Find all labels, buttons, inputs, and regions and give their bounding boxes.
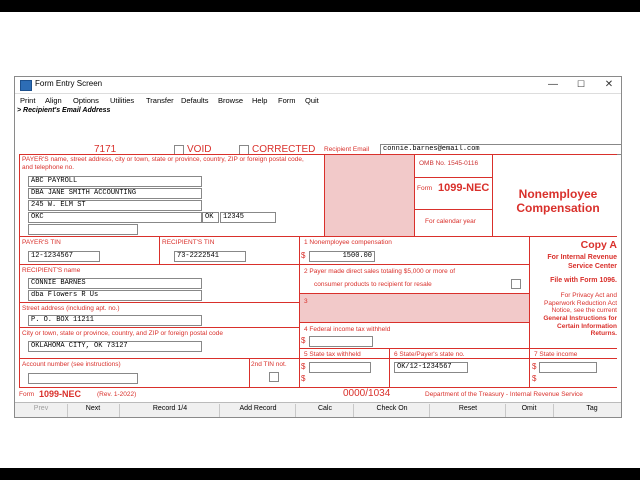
box2-label-line1: 2 Payer made direct sales totaling $5,00…: [304, 268, 456, 275]
city-input[interactable]: OKLAHOMA CITY, OK 73127: [28, 341, 202, 352]
check-on-button[interactable]: Check On: [359, 405, 425, 412]
app-icon: [20, 80, 32, 91]
shaded-box3: [299, 293, 529, 322]
box2-label-line2: consumer products to recipient for resal…: [314, 281, 432, 288]
account-label: Account number (see instructions): [22, 361, 121, 368]
box1-input[interactable]: 1500.00: [309, 251, 375, 262]
payer-name2-input[interactable]: DBA JANE SMITH ACCOUNTING: [28, 188, 202, 199]
window-title: Form Entry Screen: [35, 79, 103, 88]
box6-label: 6 State/Payer's state no.: [394, 351, 465, 358]
record-button[interactable]: Record 1/4: [125, 405, 215, 412]
screen: Form Entry Screen — ☐ ✕ Print Align Opti…: [0, 12, 640, 468]
footer-form-name: 1099-NEC: [39, 389, 82, 399]
street-label: Street address (including apt. no.): [22, 305, 120, 312]
recipient-name-label: RECIPIENT'S name: [22, 267, 81, 274]
form-1099-nec: 7171 VOID CORRECTED Recipient Email conn…: [17, 117, 621, 399]
payer-name-input[interactable]: ABC PAYROLL: [28, 176, 202, 187]
box4-label: 4 Federal income tax withheld: [304, 326, 391, 333]
payer-tin-input[interactable]: 12-1234567: [28, 251, 100, 262]
menu-form[interactable]: Form: [278, 96, 296, 105]
payer-city-input[interactable]: OKC: [28, 212, 202, 223]
second-tin-label: 2nd TIN not.: [251, 361, 287, 368]
box1-label: 1 Nonemployee compensation: [304, 239, 392, 246]
next-button[interactable]: Next: [71, 405, 115, 412]
box4-dollar: $: [301, 336, 306, 345]
box5-dollar: $: [301, 362, 306, 371]
footer-rev: (Rev. 1-2022): [97, 391, 137, 398]
copy-note-bold: General Instructions for Certain Informa…: [543, 315, 617, 337]
copy-line2: Service Center: [567, 263, 617, 270]
title-line1: Nonemployee: [518, 187, 598, 201]
box2-checkbox[interactable]: [511, 279, 521, 289]
payer-state-input[interactable]: OK: [202, 212, 219, 223]
box5-input[interactable]: [309, 362, 371, 373]
second-tin-checkbox[interactable]: [269, 372, 279, 382]
recipient-name-input[interactable]: CONNIE BARNES: [28, 278, 202, 289]
shaded-payer-box: [324, 154, 414, 236]
copy-note: For Privacy Act and Paperwork Reduction …: [544, 292, 617, 314]
account-input[interactable]: [28, 373, 138, 384]
box7-label: 7 State income: [534, 351, 578, 358]
title-line2: Compensation: [516, 201, 600, 215]
recipient-tin-input[interactable]: 73-2222541: [174, 251, 246, 262]
payer-block-label: PAYER'S name, street address, city or to…: [22, 156, 304, 171]
footer-form-word: Form: [19, 391, 35, 398]
prev-button[interactable]: Prev: [19, 405, 63, 412]
form-word: Form: [417, 185, 433, 192]
box3-label: 3: [304, 298, 308, 305]
close-icon[interactable]: ✕: [599, 78, 619, 91]
recipient-email-label: Recipient Email: [324, 146, 370, 153]
form-entry-window: Form Entry Screen — ☐ ✕ Print Align Opti…: [14, 76, 622, 418]
reset-button[interactable]: Reset: [435, 405, 501, 412]
minimize-icon[interactable]: —: [543, 78, 563, 91]
box6-input[interactable]: OK/12-1234567: [394, 362, 468, 373]
menu-transfer[interactable]: Transfer: [146, 96, 174, 105]
menu-help[interactable]: Help: [252, 96, 267, 105]
box4-input[interactable]: [309, 336, 373, 347]
menu-align[interactable]: Align: [45, 96, 62, 105]
omb-number: OMB No. 1545-0116: [419, 160, 479, 167]
copy-line3: File with Form 1096.: [550, 277, 617, 284]
omit-button[interactable]: Omit: [509, 405, 549, 412]
menu-utilities[interactable]: Utilities: [110, 96, 134, 105]
add-record-button[interactable]: Add Record: [225, 405, 291, 412]
city-label: City or town, state or province, country…: [22, 330, 223, 337]
form-name: 1099-NEC: [438, 182, 490, 194]
menu-quit[interactable]: Quit: [305, 96, 319, 105]
box7-input[interactable]: [539, 362, 597, 373]
calendar-year-label: For calendar year: [425, 218, 476, 225]
menu-bar: Print Align Options Utilities Transfer D…: [15, 94, 621, 107]
tag-button[interactable]: Tag: [567, 405, 617, 412]
box5-dollar-2: $: [301, 374, 306, 383]
recipient-name2-input[interactable]: dba Flowers R Us: [28, 290, 202, 301]
menu-options[interactable]: Options: [73, 96, 99, 105]
box1-dollar: $: [301, 251, 306, 260]
footer-counter: 0000/1034: [343, 388, 391, 399]
payer-street-input[interactable]: 245 W. ELM ST: [28, 200, 202, 211]
calc-button[interactable]: Calc: [301, 405, 349, 412]
street-input[interactable]: P. O. BOX 11211: [28, 315, 202, 326]
copy-line1: For Internal Revenue: [547, 254, 617, 261]
payer-phone-input[interactable]: [28, 224, 138, 235]
payer-zip-input[interactable]: 12345: [220, 212, 276, 223]
menu-browse[interactable]: Browse: [218, 96, 243, 105]
button-bar: Prev Next Record 1/4 Add Record Calc Che…: [15, 402, 621, 417]
maximize-icon[interactable]: ☐: [571, 78, 591, 91]
box7-dollar: $: [532, 362, 537, 371]
field-path: > Recipient's Email Address: [17, 107, 111, 114]
title-bar[interactable]: Form Entry Screen — ☐ ✕: [15, 77, 621, 94]
box7-dollar-2: $: [532, 374, 537, 383]
recipient-tin-label: RECIPIENT'S TIN: [162, 239, 215, 246]
box5-label: 5 State tax withheld: [304, 351, 361, 358]
footer-dept: Department of the Treasury - Internal Re…: [425, 391, 583, 398]
payer-tin-label: PAYER'S TIN: [22, 239, 61, 246]
menu-defaults[interactable]: Defaults: [181, 96, 209, 105]
menu-print[interactable]: Print: [20, 96, 35, 105]
copy-title: Copy A: [580, 239, 617, 251]
